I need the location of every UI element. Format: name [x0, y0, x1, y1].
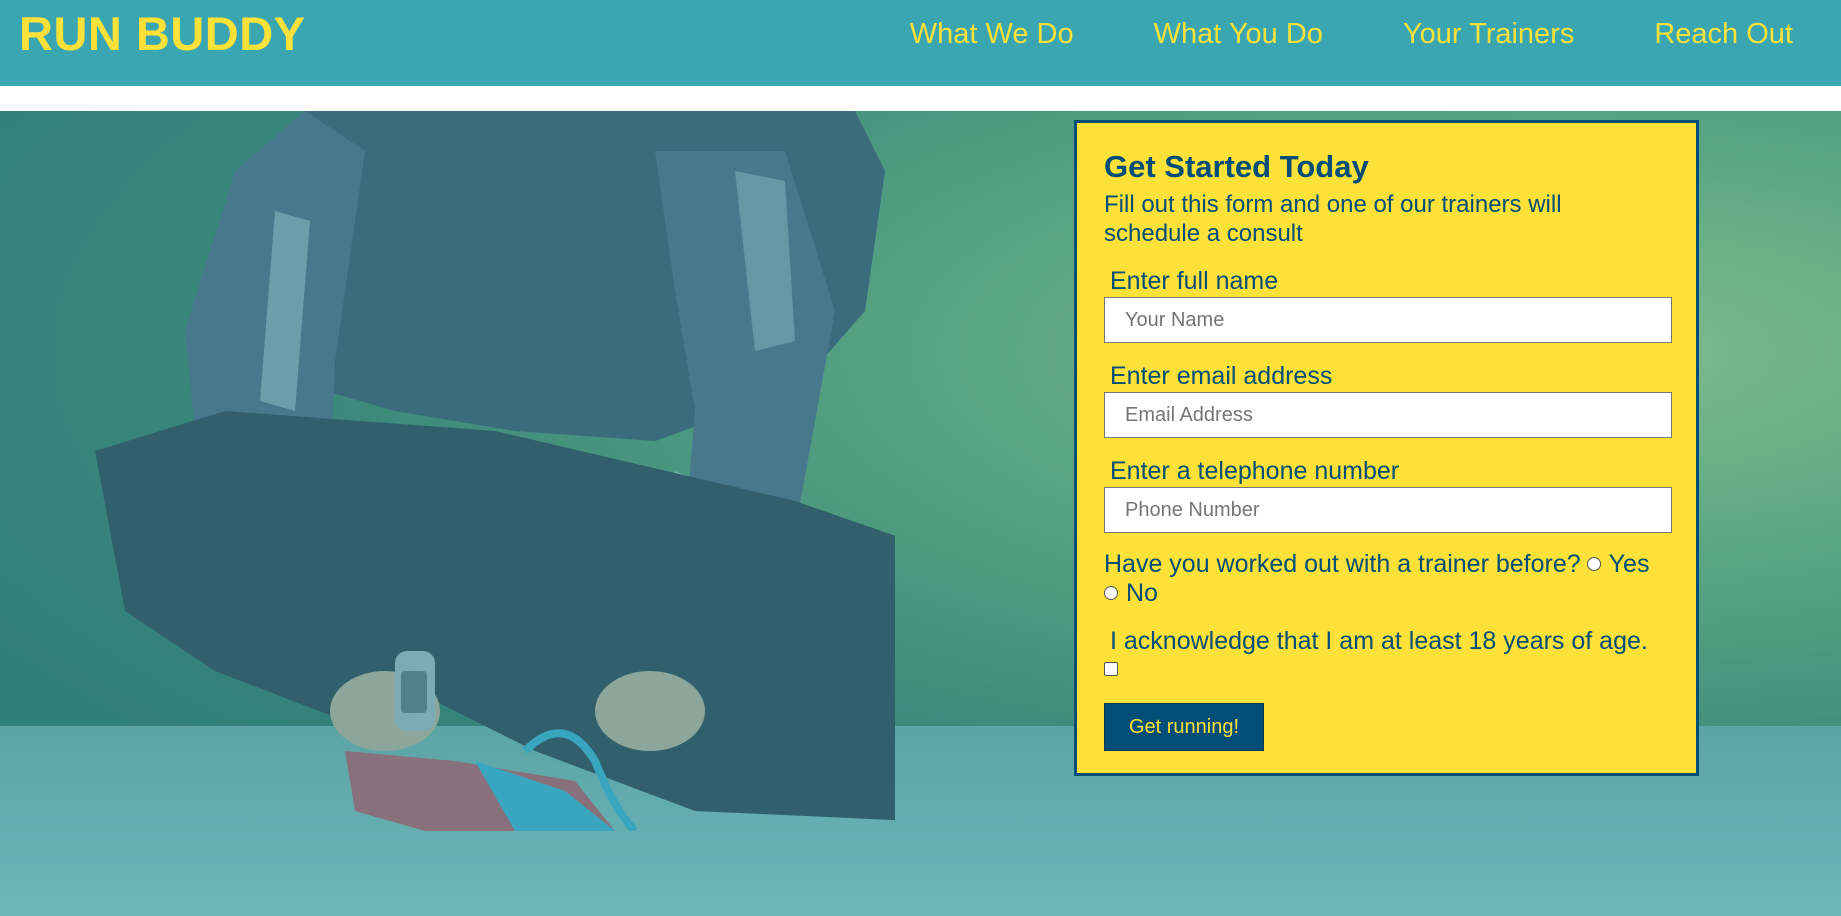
- form-subtitle: Fill out this form and one of our traine…: [1104, 191, 1562, 247]
- site-header: RUN BUDDY What We Do What You Do Your Tr…: [0, 0, 1841, 86]
- radio-no[interactable]: [1104, 585, 1118, 600]
- submit-button[interactable]: Get running!: [1104, 703, 1264, 751]
- phone-input[interactable]: [1104, 487, 1672, 533]
- nav-link-reach-out[interactable]: Reach Out: [1654, 17, 1793, 51]
- radio-no-label: No: [1126, 579, 1158, 607]
- form-title: Get Started Today: [1104, 149, 1369, 184]
- age-ack-label: I acknowledge that I am at least 18 year…: [1110, 627, 1648, 655]
- email-label: Enter email address: [1110, 362, 1333, 390]
- hero-section: Get Started Today Fill out this form and…: [0, 111, 1841, 916]
- email-input[interactable]: [1104, 392, 1672, 438]
- name-input[interactable]: [1104, 297, 1672, 343]
- signup-form: Get Started Today Fill out this form and…: [1074, 120, 1699, 776]
- nav-link-your-trainers[interactable]: Your Trainers: [1403, 17, 1574, 51]
- nav-link-what-you-do[interactable]: What You Do: [1154, 17, 1323, 51]
- radio-yes[interactable]: [1586, 556, 1601, 571]
- main-nav: What We Do What You Do Your Trainers Rea…: [830, 17, 1793, 51]
- trainer-question-group: Have you worked out with a trainer befor…: [1104, 550, 1669, 608]
- radio-yes-label: Yes: [1608, 550, 1650, 578]
- trainer-question-label: Have you worked out with a trainer befor…: [1104, 550, 1581, 578]
- nav-link-what-we-do[interactable]: What We Do: [910, 17, 1074, 51]
- phone-label: Enter a telephone number: [1110, 457, 1400, 485]
- site-logo[interactable]: RUN BUDDY: [19, 8, 306, 60]
- name-label: Enter full name: [1110, 267, 1279, 295]
- age-ack-checkbox[interactable]: [1104, 662, 1118, 676]
